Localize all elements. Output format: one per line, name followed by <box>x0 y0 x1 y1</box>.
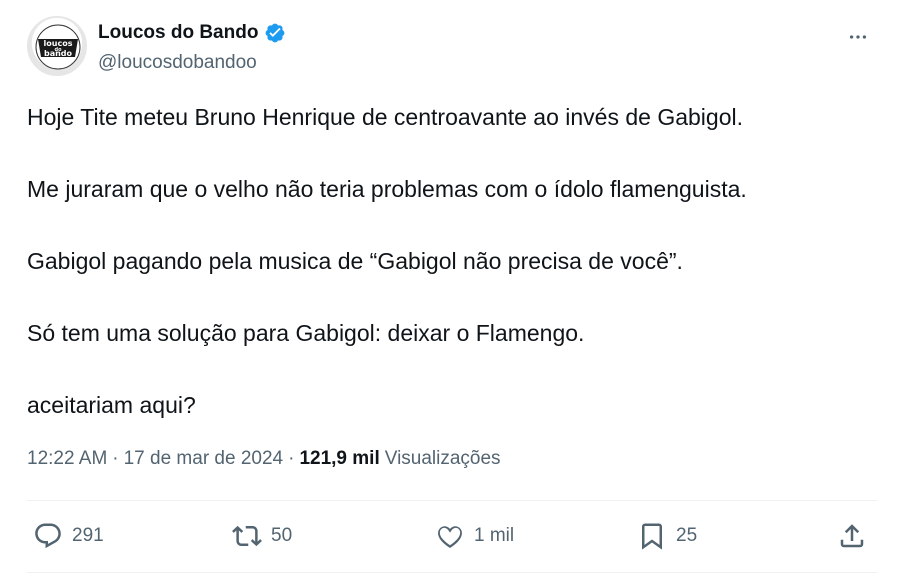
retweet-button[interactable]: 50 <box>232 521 292 551</box>
share-button[interactable] <box>837 521 867 551</box>
more-button[interactable] <box>841 20 875 54</box>
bookmark-count: 25 <box>676 525 698 546</box>
divider <box>27 572 877 573</box>
share-icon <box>840 524 864 548</box>
verified-badge-icon[interactable] <box>264 22 286 44</box>
meta-separator: · <box>288 448 295 469</box>
reply-count: 291 <box>72 525 104 546</box>
tweet-meta: 12:22 AM · 17 de mar de 2024 · 121,9 mil… <box>27 448 501 470</box>
views-label[interactable]: Visualizações <box>385 448 501 470</box>
tweet-text: Hoje Tite meteu Bruno Henrique de centro… <box>27 99 877 423</box>
tweet-paragraph: Me juraram que o velho não teria problem… <box>27 176 747 202</box>
tweet-paragraph: aceitariam aqui? <box>27 392 196 418</box>
display-name[interactable]: Loucos do Bando <box>98 22 258 44</box>
reply-button[interactable]: 291 <box>33 521 104 551</box>
name-row: Loucos do Bando <box>98 22 286 44</box>
action-bar: 291 50 1 mil 25 <box>27 515 877 561</box>
retweet-icon <box>232 525 262 547</box>
bookmark-button[interactable]: 25 <box>637 521 697 551</box>
tweet-header: loucos do bando Loucos do Bando @loucosd… <box>27 14 877 78</box>
tweet-time[interactable]: 12:22 AM <box>27 448 107 470</box>
meta-separator: · <box>112 448 119 469</box>
tweet-paragraph: Só tem uma solução para Gabigol: deixar … <box>27 320 585 346</box>
handle[interactable]: @loucosdobandoo <box>98 52 257 74</box>
views-count[interactable]: 121,9 mil <box>299 448 379 470</box>
more-horizontal-icon <box>849 35 867 39</box>
bookmark-icon <box>642 523 662 550</box>
tweet-paragraph: Hoje Tite meteu Bruno Henrique de centro… <box>27 104 743 130</box>
divider <box>27 500 877 501</box>
heart-icon <box>438 526 462 548</box>
like-count: 1 mil <box>474 525 515 546</box>
avatar[interactable]: loucos do bando <box>27 16 87 76</box>
reply-icon <box>35 523 61 549</box>
svg-text:bando: bando <box>44 49 73 58</box>
retweet-count: 50 <box>271 525 293 546</box>
tweet-date[interactable]: 17 de mar de 2024 <box>124 448 284 470</box>
like-button[interactable]: 1 mil <box>435 521 514 551</box>
tweet-paragraph: Gabigol pagando pela musica de “Gabigol … <box>27 248 683 274</box>
